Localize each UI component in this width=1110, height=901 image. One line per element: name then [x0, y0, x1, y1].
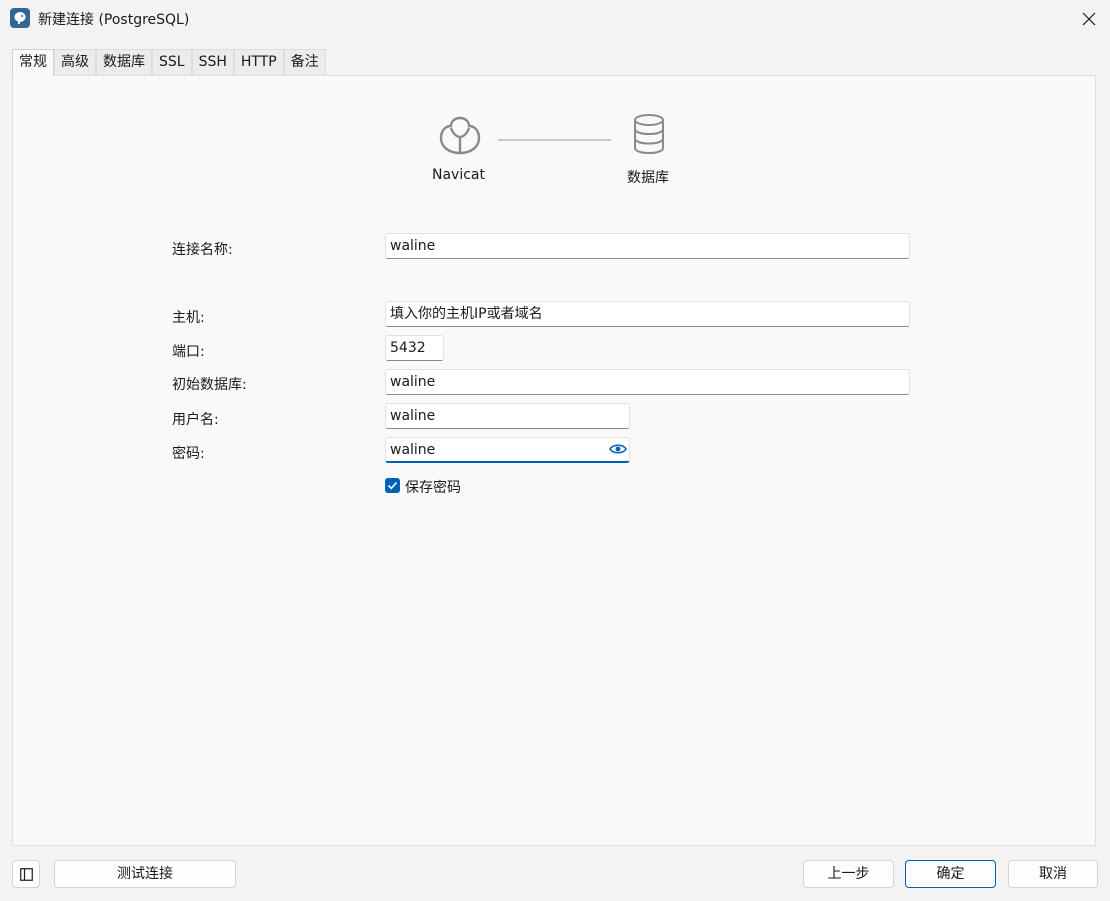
window-title: 新建连接 (PostgreSQL) — [38, 12, 190, 28]
previous-button[interactable]: 上一步 — [803, 860, 894, 888]
show-password-icon[interactable] — [609, 442, 627, 456]
connection-name-label: 连接名称: — [172, 242, 233, 258]
password-field[interactable]: waline — [385, 437, 630, 463]
close-button[interactable] — [1074, 4, 1104, 34]
sidebar-panel-icon — [20, 868, 33, 881]
initial-database-label: 初始数据库: — [172, 377, 247, 393]
save-password-checkbox[interactable] — [385, 478, 400, 493]
port-label: 端口: — [172, 344, 205, 360]
tab-bar: 常规 高级 数据库 SSL SSH HTTP 备注 — [12, 49, 326, 76]
tab-ssh[interactable]: SSH — [191, 49, 234, 75]
save-password-label[interactable]: 保存密码 — [405, 477, 461, 497]
connection-line — [498, 139, 611, 141]
close-icon — [1082, 12, 1096, 26]
cancel-button[interactable]: 取消 — [1008, 860, 1098, 888]
tab-ssl[interactable]: SSL — [152, 49, 192, 75]
username-field[interactable]: waline — [385, 403, 630, 429]
test-connection-button[interactable]: 测试连接 — [54, 860, 236, 888]
database-icon — [634, 114, 664, 155]
navicat-logo-icon — [439, 116, 481, 155]
sidebar-toggle-button[interactable] — [12, 860, 40, 888]
database-label: 数据库 — [627, 170, 669, 186]
connection-name-field[interactable]: waline — [385, 233, 910, 259]
tab-advanced[interactable]: 高级 — [54, 49, 96, 75]
tab-general[interactable]: 常规 — [12, 49, 54, 76]
checkmark-icon — [387, 481, 398, 490]
postgresql-elephant-icon — [10, 8, 30, 28]
initial-database-field[interactable]: waline — [385, 369, 910, 395]
tab-database[interactable]: 数据库 — [96, 49, 152, 75]
password-label: 密码: — [172, 446, 205, 462]
connection-diagram: Navicat 数据库 — [13, 76, 1097, 196]
host-field[interactable]: 填入你的主机IP或者域名 — [385, 301, 910, 327]
host-label: 主机: — [172, 310, 205, 326]
ok-button[interactable]: 确定 — [905, 860, 996, 888]
title-bar: 新建连接 (PostgreSQL) — [0, 0, 1110, 38]
general-panel: Navicat 数据库 连接名称: waline 主机: 填入你的主机IP或者域… — [12, 75, 1096, 846]
tab-http[interactable]: HTTP — [233, 49, 284, 75]
username-label: 用户名: — [172, 412, 219, 428]
navicat-label: Navicat — [432, 167, 485, 183]
port-field[interactable]: 5432 — [385, 335, 444, 361]
tab-notes[interactable]: 备注 — [283, 49, 326, 75]
